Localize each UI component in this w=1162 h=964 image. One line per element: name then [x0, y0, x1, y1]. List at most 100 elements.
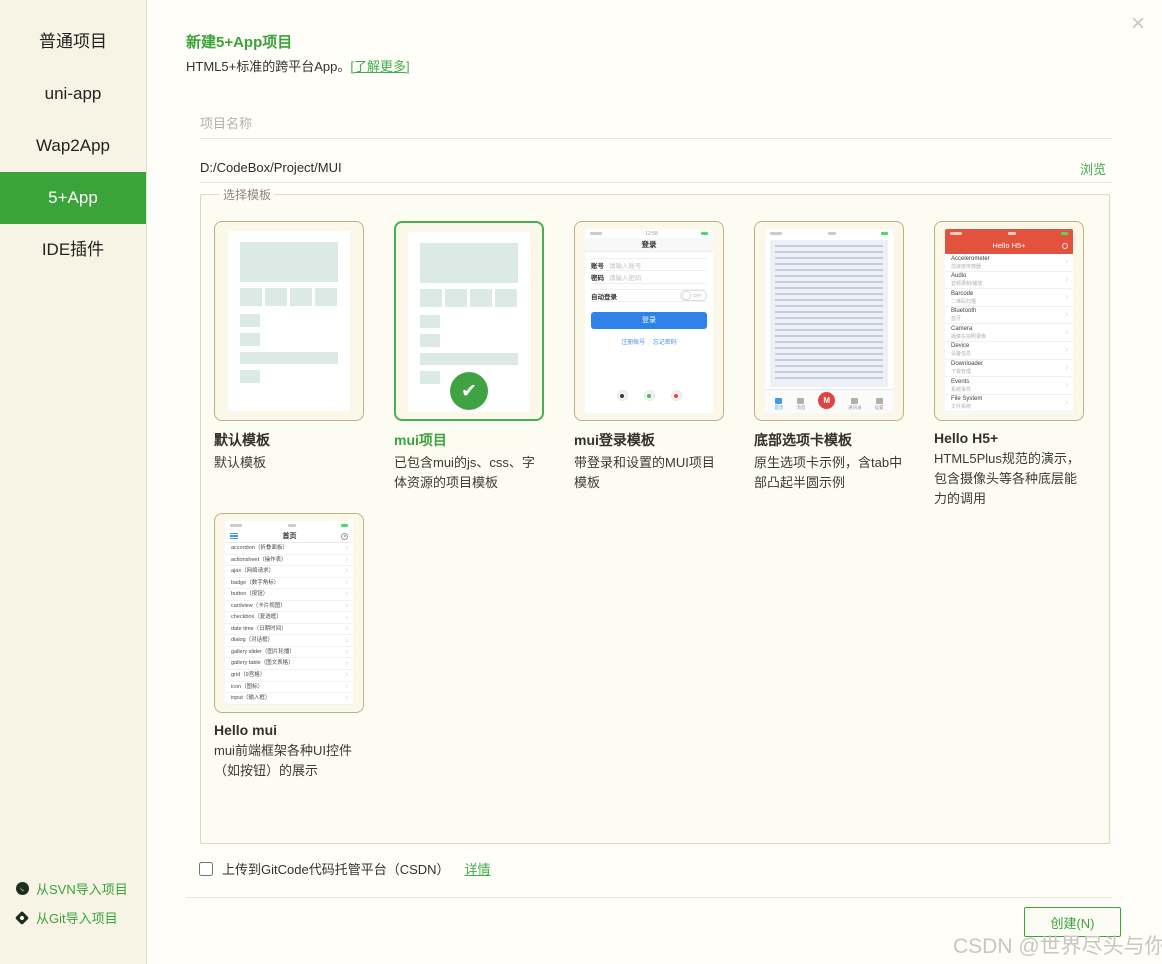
list-item: gallery slider（图片轮播）›	[225, 647, 353, 659]
account-label: 账号	[591, 260, 604, 270]
list-item: input（输入框） ›	[225, 693, 353, 705]
template-thumbnail-hello-h5[interactable]: Hello H5+ Accelerometer加速度传感器› Audio音频录制…	[934, 221, 1084, 421]
item-sub: 加速度传感器	[951, 263, 1067, 270]
template-thumbnail-mui-login[interactable]: 12:58 登录 账号 请输入账号 密码 请输入密码	[574, 221, 724, 421]
home-icon	[775, 398, 782, 404]
statusbar-time: 12:58	[645, 231, 658, 237]
statusbar-dash	[950, 232, 962, 235]
item-name: Barcode	[951, 291, 1067, 297]
template-thumbnail-bottom-tab[interactable]: 首页 消息 M 通讯录 设置	[754, 221, 904, 421]
battery-icon	[341, 524, 348, 528]
chevron-right-icon: ›	[1066, 294, 1068, 301]
item-name: Camera	[951, 326, 1067, 332]
text-content-placeholder	[770, 240, 888, 387]
battery-icon	[701, 232, 708, 236]
chevron-right-icon: ›	[346, 635, 348, 646]
template-desc: 已包含mui的js、css、字体资源的项目模板	[394, 453, 544, 513]
tab-label: 通讯录	[848, 405, 862, 411]
item-sub: 二维码扫描	[951, 298, 1067, 305]
bottom-tab-bar: 首页 消息 M 通讯录 设置	[765, 389, 893, 413]
project-path-input[interactable]	[200, 152, 1112, 183]
item-sub: 音频录制/播放	[951, 280, 1067, 287]
list-item: Camera摄像头拍照录像›	[945, 324, 1073, 342]
password-label: 密码	[591, 272, 604, 282]
browse-link[interactable]: 浏览	[1080, 159, 1106, 178]
wireframe-list-item	[420, 334, 518, 347]
chevron-right-icon: ›	[346, 682, 348, 693]
item-name: File System	[951, 396, 1067, 402]
upload-gitcode-checkbox[interactable]	[199, 862, 213, 876]
chevron-right-icon: ›	[346, 566, 348, 577]
page-subtitle: HTML5+标准的跨平台App。[了解更多]	[186, 56, 410, 75]
login-header: 登录	[585, 238, 713, 252]
chevron-right-icon: ›	[1066, 347, 1068, 354]
template-thumbnail-hello-mui[interactable]: 首页 accordion（折叠面板）› actionsheet（操作表）› aj…	[214, 513, 364, 713]
wireframe-hero-block	[420, 243, 518, 283]
item-label: grid（9宫格）	[231, 672, 265, 678]
template-card-default: 默认模板 默认模板	[214, 221, 364, 513]
chevron-right-icon: ›	[1066, 382, 1068, 389]
battery-icon	[1061, 232, 1068, 236]
list-item: Bluetooth蓝牙›	[945, 307, 1073, 325]
tab-contacts: 通讯录	[848, 398, 862, 411]
sidebar-item-normal-project[interactable]: 普通项目	[0, 16, 146, 68]
tab-label: 消息	[796, 405, 805, 411]
template-picker: 选择模板	[200, 186, 1110, 844]
statusbar-right	[881, 232, 888, 236]
item-label: dialog（对话框）	[231, 637, 273, 643]
tab-home: 首页	[774, 398, 783, 411]
hamburger-menu-icon	[230, 533, 238, 540]
close-icon[interactable]: ×	[1124, 10, 1152, 38]
import-from-svn-link[interactable]: 从SVN导入项目	[16, 874, 128, 903]
account-placeholder: 请输入账号	[609, 260, 642, 270]
list-item: cardview（卡片视图）›	[225, 601, 353, 613]
import-from-git-link[interactable]: 从Git导入项目	[16, 903, 128, 932]
wireframe-item-lines	[445, 315, 518, 328]
login-account-row: 账号 请输入账号	[591, 258, 707, 271]
learn-more-link[interactable]: [了解更多]	[350, 59, 409, 74]
wireframe-square	[240, 288, 262, 306]
item-name: Device	[951, 343, 1067, 349]
wireframe-wide-bar	[240, 352, 338, 364]
statusbar-dash	[230, 524, 242, 527]
wireframe-hero-block	[240, 242, 338, 282]
template-desc: 带登录和设置的MUI项目模板	[574, 453, 724, 513]
project-name-input[interactable]	[200, 108, 1112, 139]
wireframe-list-item	[240, 370, 338, 383]
sidebar-item-ide-plugin[interactable]: IDE插件	[0, 224, 146, 276]
item-name: Accelerometer	[951, 256, 1067, 262]
chevron-right-icon: ›	[346, 555, 348, 566]
item-sub: 摄像头拍照录像	[951, 333, 1067, 340]
page-title: 新建5+App项目	[186, 31, 292, 52]
gear-icon	[341, 533, 348, 540]
template-card-mui-login: 12:58 登录 账号 请输入账号 密码 请输入密码	[574, 221, 724, 513]
list-item: icon（图标）›	[225, 682, 353, 694]
hello-h5-header: Hello H5+	[945, 238, 1073, 254]
template-desc: mui前端框架各种UI控件（如按钮）的展示	[214, 741, 364, 801]
chevron-right-icon: ›	[346, 693, 348, 704]
wireframe-item-thumb	[420, 371, 440, 384]
item-sub: 下载管理	[951, 368, 1067, 375]
template-thumbnail-mui-project[interactable]: ✔	[394, 221, 544, 421]
chevron-right-icon: ›	[1066, 329, 1068, 336]
wireframe-square	[265, 288, 287, 306]
tabbar-thumb: 首页 消息 M 通讯录 设置	[765, 229, 893, 413]
sidebar-item-5plus-app[interactable]: 5+App	[0, 172, 146, 224]
login-links: 注册账号|忘记密码	[585, 337, 713, 346]
list-item: badge（数字角标）›	[225, 578, 353, 590]
sidebar-item-wap2app[interactable]: Wap2App	[0, 120, 146, 172]
detail-link[interactable]: 详情	[465, 859, 491, 878]
phone-statusbar	[765, 229, 893, 238]
selected-check-icon: ✔	[450, 372, 488, 410]
chevron-right-icon: ›	[1066, 276, 1068, 283]
item-label: ajax（网络请求）	[231, 568, 274, 574]
wireframe-item-lines	[265, 314, 338, 327]
item-label: cardview（卡片视图）	[231, 603, 286, 609]
list-item: checkbox（复选框）›	[225, 612, 353, 624]
chevron-right-icon: ›	[346, 578, 348, 589]
tab-label: 首页	[774, 405, 783, 411]
sidebar-item-uni-app[interactable]: uni-app	[0, 68, 146, 120]
template-thumbnail-default[interactable]	[214, 221, 364, 421]
hello-mui-thumb: 首页 accordion（折叠面板）› actionsheet（操作表）› aj…	[225, 521, 353, 705]
item-label: input（输入框）	[231, 695, 270, 701]
